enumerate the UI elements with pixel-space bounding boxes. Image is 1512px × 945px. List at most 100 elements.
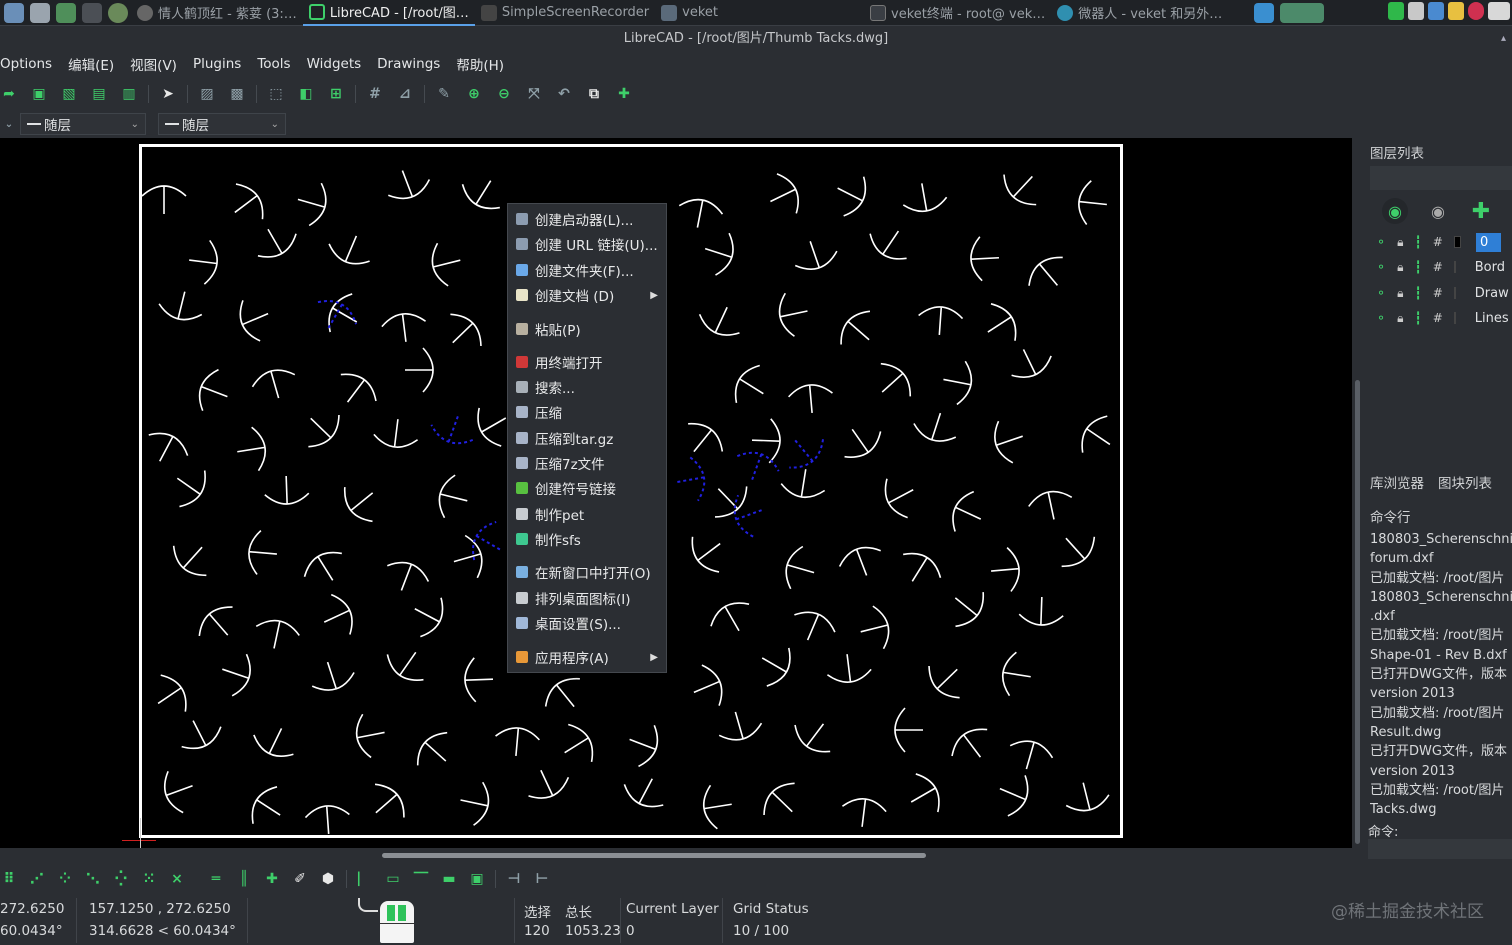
construction-icon[interactable]: # (1433, 286, 1443, 300)
draw-top-icon[interactable]: ⎺ (412, 870, 430, 888)
horizontal-scrollbar[interactable] (0, 848, 1352, 862)
zoom-in-icon[interactable]: ⊕ (465, 85, 483, 103)
snap-endpoint-icon[interactable]: ⁘ (56, 870, 74, 888)
context-menu-item[interactable]: 创建启动器(L)... (508, 207, 668, 231)
context-menu-item[interactable]: 搜索... (508, 375, 668, 399)
command-input[interactable] (1368, 839, 1512, 859)
block-icon[interactable]: ⬚ (267, 85, 285, 103)
save-as-icon[interactable]: ▧ (60, 85, 78, 103)
context-menu-item[interactable]: 制作sfs (508, 527, 668, 551)
scroll-thumb[interactable] (382, 853, 926, 858)
restrict-horizontal-icon[interactable]: ║ (235, 870, 253, 888)
context-menu-item[interactable]: 创建文件夹(F)... (508, 258, 668, 282)
relative-zero-icon[interactable]: ⊢ (533, 870, 551, 888)
visibility-icon[interactable]: ⚬ (1376, 235, 1386, 249)
copy-icon[interactable]: ▨ (198, 85, 216, 103)
menu-edit[interactable]: 编辑(E) (68, 54, 122, 74)
draw-line-icon[interactable]: ⎸ (356, 870, 374, 888)
settings-gear-icon[interactable] (30, 2, 50, 23)
print-layer-icon[interactable]: ┇ (1414, 260, 1421, 274)
visibility-icon[interactable]: ⚬ (1376, 286, 1386, 300)
restrict-ortho-icon[interactable]: ✚ (263, 870, 281, 888)
draw-rect-icon[interactable]: ▭ (384, 870, 402, 888)
layer-color-swatch[interactable] (1453, 236, 1462, 248)
open-icon[interactable]: ➦ (0, 85, 18, 103)
layer-row[interactable]: ⚬ 🔒︎ ┇ # Lines (1370, 306, 1512, 330)
desktop-pager-icon[interactable] (1254, 2, 1275, 23)
print-layer-icon[interactable]: ┇ (1414, 286, 1421, 300)
layer-color-swatch[interactable] (1453, 312, 1456, 324)
restrict-nothing-icon[interactable]: ✐ (291, 870, 309, 888)
power-icon[interactable] (1468, 2, 1484, 20)
menu-widgets[interactable]: Widgets (307, 56, 370, 72)
visibility-icon[interactable]: ⚬ (1376, 311, 1386, 325)
keyboard-icon[interactable] (1488, 2, 1510, 20)
menu-options[interactable]: Options (0, 56, 60, 72)
snap-center-icon[interactable]: ⁛ (112, 870, 130, 888)
snap-free-icon[interactable]: ⠿ (0, 870, 18, 888)
context-menu-item[interactable]: 在新窗口中打开(O) (508, 560, 668, 584)
lock-icon[interactable]: 🔒︎ (1397, 235, 1403, 250)
context-menu-item[interactable]: 压缩到tar.gz (508, 426, 668, 450)
layer-icon[interactable]: ◧ (297, 85, 315, 103)
pen-select[interactable]: 随层 ⌄ (20, 113, 146, 135)
menu-help[interactable]: 帮助(H) (456, 54, 512, 74)
layer-row[interactable]: ⚬ 🔒︎ ┇ # Draw (1370, 281, 1512, 305)
layer-filter-input[interactable] (1370, 166, 1512, 190)
zoom-window-icon[interactable]: ⧉ (585, 85, 603, 103)
network-icon[interactable] (1428, 2, 1444, 20)
restore-icon[interactable]: ▴ (1501, 27, 1506, 51)
task-veket[interactable]: veket (655, 0, 724, 26)
draw-screen-icon[interactable]: ▣ (468, 870, 486, 888)
print-layer-icon[interactable]: ┇ (1414, 311, 1421, 325)
tab-library-browser[interactable]: 库浏览器 (1370, 472, 1424, 492)
layer-color-swatch[interactable] (1453, 261, 1456, 273)
context-menu-item[interactable]: 桌面设置(S)... (508, 611, 668, 635)
workspace-icon[interactable] (1280, 2, 1325, 23)
zoom-auto-icon[interactable]: ⤧ (525, 85, 543, 103)
lock-relative-icon[interactable]: ⊣ (505, 870, 523, 888)
context-menu-item[interactable]: 创建 URL 链接(U)... (508, 232, 668, 256)
terminal-launch-icon[interactable] (82, 2, 102, 23)
context-menu-item[interactable]: 粘贴(P) (508, 317, 668, 341)
linetype-select[interactable]: 随层 ⌄ (158, 113, 286, 135)
shield-icon[interactable] (1388, 2, 1404, 20)
draw-bottom-icon[interactable]: ▬ (440, 870, 458, 888)
context-menu-item[interactable]: 用终端打开 (508, 350, 668, 374)
task-recorder[interactable]: SimpleScreenRecorder (475, 0, 655, 26)
context-menu-item[interactable]: 压缩7z文件 (508, 451, 668, 475)
set-relative-zero-icon[interactable]: ⬢ (319, 870, 337, 888)
snap-middle-icon[interactable]: ⁙ (140, 870, 158, 888)
add-block-icon[interactable]: ⊞ (327, 85, 345, 103)
scroll-thumb[interactable] (1355, 380, 1360, 844)
snap-intersection-icon[interactable]: ═ (207, 870, 225, 888)
pointer-icon[interactable]: ➤ (159, 85, 177, 103)
print-icon[interactable]: ▤ (90, 85, 108, 103)
paste-tool-icon[interactable]: ▩ (228, 85, 246, 103)
export-icon[interactable]: ▥ (120, 85, 138, 103)
menu-view[interactable]: 视图(V) (130, 54, 185, 74)
grid-icon[interactable]: # (366, 85, 384, 103)
ortho-icon[interactable]: ⊿ (396, 85, 414, 103)
visibility-icon[interactable]: ⚬ (1376, 260, 1386, 274)
pan-icon[interactable]: ✚ (615, 85, 633, 103)
snap-entity-icon[interactable]: ⋱ (84, 870, 102, 888)
vertical-scrollbar[interactable] (1352, 138, 1364, 848)
snap-distance-icon[interactable]: ⨯ (168, 870, 186, 888)
menu-tools[interactable]: Tools (257, 56, 298, 72)
layer-row[interactable]: ⚬ 🔒︎ ┇ #0 (1370, 230, 1512, 254)
context-menu-item[interactable]: 排列桌面图标(I) (508, 586, 668, 610)
print-layer-icon[interactable]: ┇ (1414, 235, 1421, 249)
task-chat[interactable]: 微器人 - veket 和另外… (1051, 0, 1228, 26)
browser-icon[interactable] (108, 2, 128, 23)
task-librecad[interactable]: LibreCAD - [/root/图… (302, 0, 475, 26)
menu-plugins[interactable]: Plugins (193, 56, 249, 72)
show-all-icon[interactable]: ◉ (1382, 198, 1408, 224)
pen-chevron-icon[interactable]: ⌄ (0, 115, 18, 133)
task-terminal[interactable]: veket终端 - root@ vek… (864, 0, 1051, 26)
zoom-out-icon[interactable]: ⊖ (495, 85, 513, 103)
play-icon[interactable] (56, 2, 76, 23)
construction-icon[interactable]: # (1433, 235, 1443, 249)
snap-grid-icon[interactable]: ⋰ (28, 870, 46, 888)
task-music[interactable]: 情人鹤顶红 - 紫荽 (3:… (131, 0, 303, 26)
